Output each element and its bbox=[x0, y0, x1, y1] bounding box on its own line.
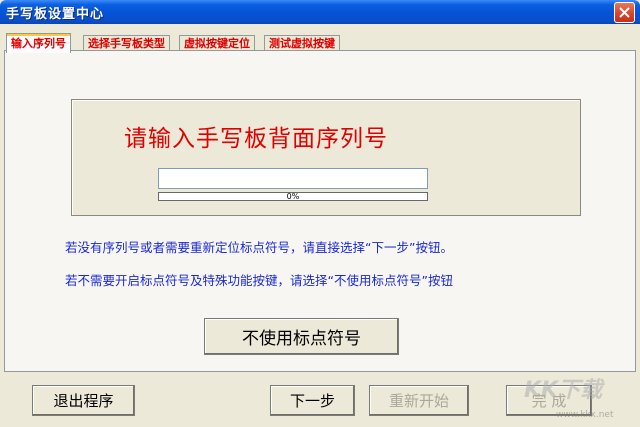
restart-button[interactable]: 重新开始 bbox=[369, 385, 469, 416]
watermark-logo: KK下载 bbox=[524, 378, 603, 403]
serial-heading: 请输入手写板背面序列号 bbox=[124, 126, 388, 152]
app-window: 手写板设置中心 输入序列号 选择手写板类型 虚拟按键定位 测试虚拟按键 请输入手… bbox=[0, 0, 640, 427]
no-punctuation-button[interactable]: 不使用标点符号 bbox=[204, 318, 399, 355]
progress-percent: 0% bbox=[286, 192, 300, 201]
tab-enter-serial[interactable]: 输入序列号 bbox=[6, 33, 71, 53]
watermark-url: www.kkx.net bbox=[556, 410, 614, 420]
close-button[interactable] bbox=[614, 2, 635, 23]
close-icon bbox=[619, 7, 630, 18]
tab-page: 请输入手写板背面序列号 0% 若没有序列号或者需要重新定位标点符号，请直接选择“… bbox=[4, 50, 636, 372]
next-button[interactable]: 下一步 bbox=[270, 385, 355, 416]
watermark: KK下载 www.kkx.net bbox=[520, 372, 638, 426]
progress-bar: 0% bbox=[158, 192, 428, 201]
exit-button[interactable]: 退出程序 bbox=[32, 385, 135, 416]
hint-no-punctuation: 若不需要开启标点符号及特殊功能按键，请选择“不使用标点符号”按钮 bbox=[65, 273, 453, 288]
title-bar[interactable]: 手写板设置中心 bbox=[0, 0, 640, 24]
hint-next-step: 若没有序列号或者需要重新定位标点符号，请直接选择“下一步”按钮。 bbox=[65, 240, 453, 255]
window-title: 手写板设置中心 bbox=[6, 7, 105, 22]
serial-number-input[interactable] bbox=[158, 168, 428, 189]
serial-panel: 请输入手写板背面序列号 0% bbox=[71, 99, 581, 216]
